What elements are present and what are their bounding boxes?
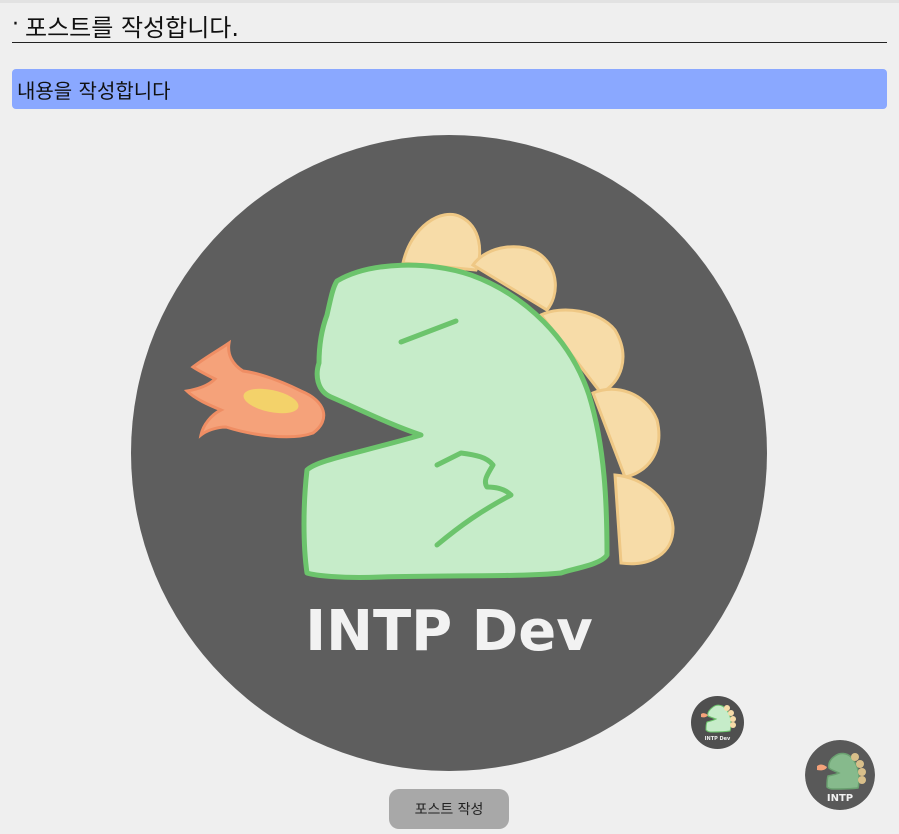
submit-post-button[interactable]: 포스트 작성 (389, 789, 509, 829)
fab-text: INTP (827, 793, 853, 804)
top-divider (0, 0, 899, 3)
logo-image: INTP Dev (131, 135, 767, 771)
bullet-dot: · (12, 12, 19, 37)
logo-text: INTP Dev (305, 599, 592, 664)
scroll-top-button[interactable]: INTP (805, 740, 875, 810)
content-placeholder: 내용을 작성합니다 (17, 78, 171, 103)
mini-logo-text: INTP Dev (705, 736, 731, 742)
mini-logo-image: INTP Dev (691, 696, 744, 749)
page-header: · 포스트를 작성합니다. (12, 8, 887, 43)
content-input[interactable]: 내용을 작성합니다 (12, 69, 887, 109)
page-title: 포스트를 작성합니다. (25, 13, 239, 42)
